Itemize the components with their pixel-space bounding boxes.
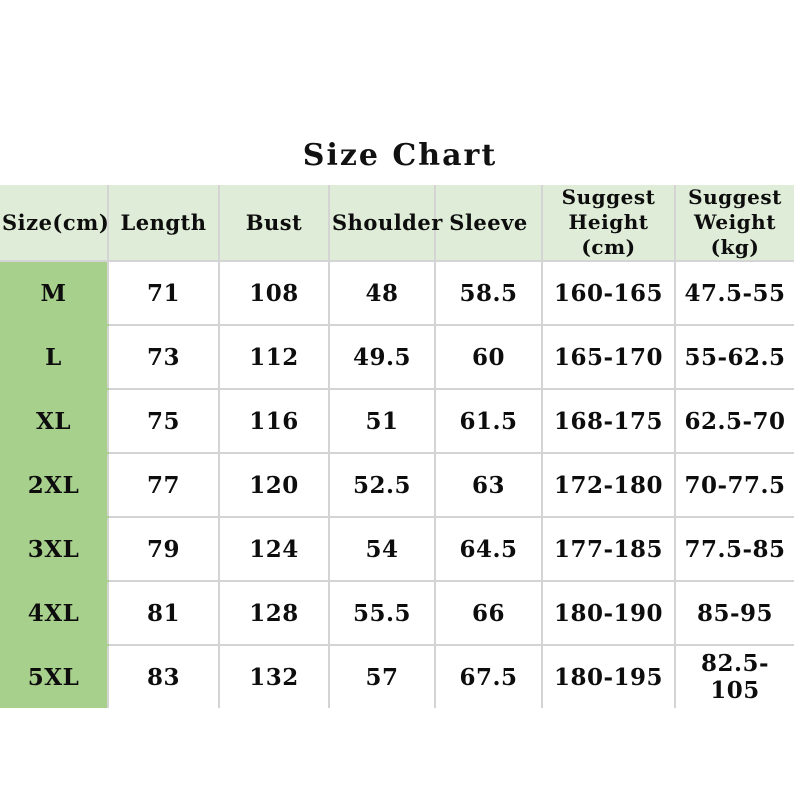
cell-height: 160-165	[541, 260, 676, 326]
cell-weight: 77.5-85	[674, 516, 794, 582]
cell-length: 81	[107, 580, 220, 646]
cell-shoulder: 52.5	[328, 452, 436, 518]
cell-weight: 70-77.5	[674, 452, 794, 518]
cell-bust: 116	[218, 388, 330, 454]
cell-length: 75	[107, 388, 220, 454]
cell-height: 177-185	[541, 516, 676, 582]
cell-sleeve: 67.5	[434, 644, 543, 708]
column-header-length: Length	[107, 185, 220, 262]
table-row: 4XL 81 128 55.5 66 180-190 85-95	[0, 580, 794, 646]
cell-shoulder: 54	[328, 516, 436, 582]
cell-sleeve: 63	[434, 452, 543, 518]
cell-shoulder: 55.5	[328, 580, 436, 646]
cell-size: 4XL	[0, 580, 109, 646]
table-row: L 73 112 49.5 60 165-170 55-62.5	[0, 324, 794, 390]
table-header-row: Size(cm) Length Bust Shoulder Sleeve Sug…	[0, 185, 794, 262]
page-title: Size Chart	[302, 138, 498, 173]
cell-bust: 108	[218, 260, 330, 326]
column-header-bust: Bust	[218, 185, 330, 262]
cell-bust: 132	[218, 644, 330, 708]
size-chart-table: Size(cm) Length Bust Shoulder Sleeve Sug…	[0, 185, 794, 708]
cell-height: 168-175	[541, 388, 676, 454]
column-header-suggest-weight-line2: Weight (kg)	[694, 210, 776, 259]
cell-height: 172-180	[541, 452, 676, 518]
cell-size: 2XL	[0, 452, 109, 518]
cell-shoulder: 51	[328, 388, 436, 454]
cell-sleeve: 66	[434, 580, 543, 646]
column-header-size: Size(cm)	[0, 185, 109, 262]
cell-weight: 85-95	[674, 580, 794, 646]
table-row: XL 75 116 51 61.5 168-175 62.5-70	[0, 388, 794, 454]
cell-bust: 128	[218, 580, 330, 646]
cell-size: M	[0, 260, 109, 326]
cell-weight: 47.5-55	[674, 260, 794, 326]
cell-weight: 62.5-70	[674, 388, 794, 454]
table-row: 2XL 77 120 52.5 63 172-180 70-77.5	[0, 452, 794, 518]
cell-sleeve: 61.5	[434, 388, 543, 454]
cell-sleeve: 64.5	[434, 516, 543, 582]
column-header-suggest-height-line1: Suggest	[561, 185, 656, 209]
cell-size: L	[0, 324, 109, 390]
cell-bust: 112	[218, 324, 330, 390]
cell-weight: 55-62.5	[674, 324, 794, 390]
size-chart-page: Size Chart Size(cm) Length Bust Shoulder…	[0, 0, 800, 800]
cell-height: 180-190	[541, 580, 676, 646]
cell-length: 79	[107, 516, 220, 582]
cell-size: XL	[0, 388, 109, 454]
column-header-shoulder: Shoulder	[328, 185, 442, 262]
cell-length: 71	[107, 260, 220, 326]
cell-shoulder: 49.5	[328, 324, 436, 390]
table-row: 5XL 83 132 57 67.5 180-195 82.5-105	[0, 644, 794, 708]
cell-size: 5XL	[0, 644, 109, 708]
column-header-suggest-height: Suggest Height (cm)	[541, 185, 676, 262]
table-header: Size(cm) Length Bust Shoulder Sleeve Sug…	[0, 185, 794, 262]
cell-length: 77	[107, 452, 220, 518]
column-header-sleeve: Sleeve	[434, 185, 543, 262]
column-header-suggest-height-line2: Height (cm)	[568, 210, 649, 259]
column-header-suggest-weight-line1: Suggest	[688, 185, 782, 209]
cell-size: 3XL	[0, 516, 109, 582]
size-chart-table-container: Size(cm) Length Bust Shoulder Sleeve Sug…	[0, 185, 794, 708]
cell-length: 73	[107, 324, 220, 390]
table-row: M 71 108 48 58.5 160-165 47.5-55	[0, 260, 794, 326]
cell-bust: 120	[218, 452, 330, 518]
cell-shoulder: 57	[328, 644, 436, 708]
cell-length: 83	[107, 644, 220, 708]
cell-height: 165-170	[541, 324, 676, 390]
cell-shoulder: 48	[328, 260, 436, 326]
cell-bust: 124	[218, 516, 330, 582]
table-body: M 71 108 48 58.5 160-165 47.5-55 L 73 112 49.5 60 16…	[0, 260, 794, 708]
table-row: 3XL 79 124 54 64.5 177-185 77.5-85	[0, 516, 794, 582]
column-header-suggest-weight: Suggest Weight (kg)	[674, 185, 794, 262]
cell-sleeve: 60	[434, 324, 543, 390]
cell-height: 180-195	[541, 644, 676, 708]
cell-weight: 82.5-105	[674, 644, 794, 708]
cell-sleeve: 58.5	[434, 260, 543, 326]
